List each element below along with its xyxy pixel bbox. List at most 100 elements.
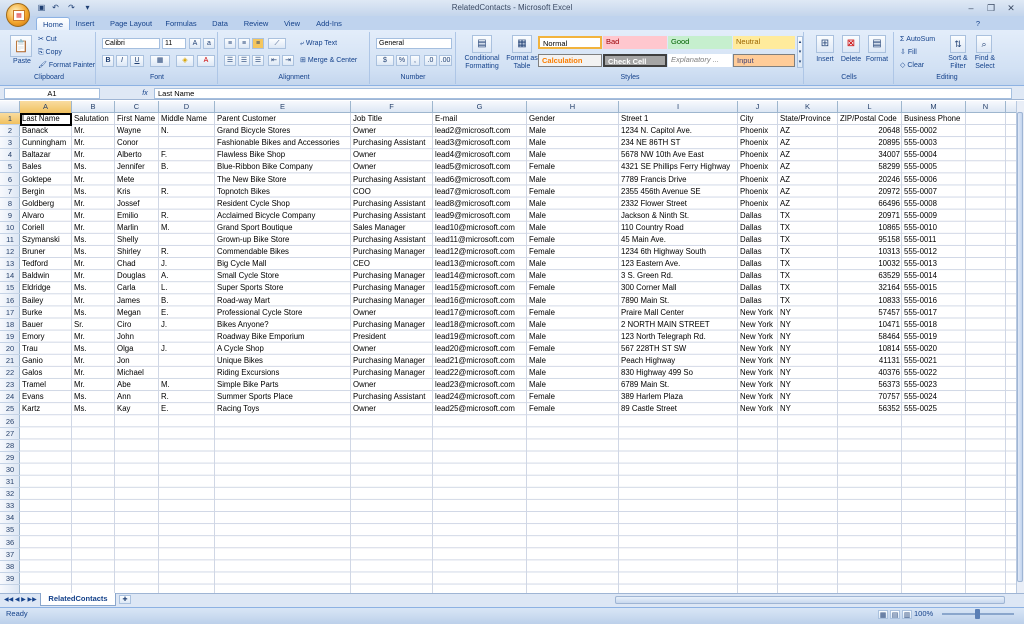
row-header[interactable]: 23 — [0, 379, 20, 392]
cell[interactable]: Female — [527, 343, 619, 355]
cell[interactable]: Evans — [20, 391, 72, 403]
cell[interactable]: Bergin — [20, 186, 72, 198]
cell[interactable]: Mr. — [72, 222, 115, 234]
shrink-font-icon[interactable]: a — [203, 38, 215, 49]
cell[interactable]: J. — [159, 258, 215, 270]
row-header[interactable]: 38 — [0, 561, 20, 573]
cell[interactable]: Bales — [20, 161, 72, 173]
format-painter-button[interactable]: 🖌 Format Painter — [38, 61, 95, 71]
row-header[interactable]: 32 — [0, 488, 20, 501]
cell[interactable]: Grand Sport Boutique — [215, 222, 351, 234]
cell[interactable]: Purchasing Manager — [351, 246, 433, 258]
cell[interactable]: Banack — [20, 125, 72, 137]
cell[interactable]: 70757 — [838, 391, 902, 403]
cell[interactable]: Male — [527, 198, 619, 210]
cell[interactable]: 555-0004 — [902, 149, 966, 161]
cell[interactable]: 555-0021 — [902, 355, 966, 367]
cell[interactable]: Summer Sports Place — [215, 391, 351, 403]
cell[interactable]: Galos — [20, 367, 72, 379]
cell[interactable]: 7890 Main St. — [619, 295, 738, 307]
cell[interactable]: 41131 — [838, 355, 902, 367]
cell[interactable]: NY — [778, 355, 838, 367]
cell[interactable]: Conor — [115, 137, 159, 149]
cell[interactable]: Ms. — [72, 343, 115, 355]
cell[interactable]: lead5@microsoft.com — [433, 161, 527, 173]
cell[interactable]: lead12@microsoft.com — [433, 246, 527, 258]
cell[interactable]: The New Bike Store — [215, 174, 351, 186]
paste-button[interactable]: Paste — [10, 57, 34, 67]
format-cells-button[interactable]: Format — [864, 55, 890, 65]
row-header[interactable]: 30 — [0, 464, 20, 476]
cell[interactable]: R. — [159, 186, 215, 198]
row-header[interactable]: 13 — [0, 258, 20, 271]
cell[interactable]: Female — [527, 246, 619, 258]
cell[interactable]: Dallas — [738, 258, 778, 270]
cell[interactable]: Mr. — [72, 355, 115, 367]
cell[interactable]: CEO — [351, 258, 433, 270]
cell[interactable]: 555-0018 — [902, 319, 966, 331]
bold-icon[interactable]: B — [102, 55, 114, 67]
align-right-icon[interactable]: ☰ — [252, 55, 264, 66]
cell[interactable]: Blue-Ribbon Bike Company — [215, 161, 351, 173]
cell[interactable]: Megan — [115, 307, 159, 319]
cell[interactable]: 45 Main Ave. — [619, 234, 738, 246]
formula-input[interactable]: Last Name — [154, 88, 1012, 99]
close-button[interactable]: ✕ — [1002, 2, 1020, 14]
cell[interactable]: Super Sports Store — [215, 282, 351, 294]
cell[interactable]: Cunningham — [20, 137, 72, 149]
cell[interactable]: Kay — [115, 403, 159, 415]
cell[interactable]: COO — [351, 186, 433, 198]
cell[interactable]: 6789 Main St. — [619, 379, 738, 391]
cell[interactable]: Female — [527, 403, 619, 415]
style-bad[interactable]: Bad — [603, 36, 667, 49]
cell[interactable] — [159, 174, 215, 186]
column-header-i[interactable]: I — [619, 101, 738, 113]
undo-icon[interactable]: ↶ — [50, 2, 61, 13]
cell[interactable]: New York — [738, 367, 778, 379]
cell[interactable]: First Name — [115, 113, 159, 125]
increase-indent-icon[interactable]: ⇥ — [282, 55, 294, 66]
align-middle-icon[interactable]: ≡ — [238, 38, 250, 49]
cell[interactable]: 20648 — [838, 125, 902, 137]
cell[interactable]: Purchasing Assistant — [351, 174, 433, 186]
cell[interactable]: Salutation — [72, 113, 115, 125]
cell[interactable]: Coriell — [20, 222, 72, 234]
cell[interactable]: 555-0017 — [902, 307, 966, 319]
conditional-formatting-icon[interactable]: ▤ — [472, 35, 492, 53]
cell[interactable]: 32164 — [838, 282, 902, 294]
cell[interactable]: lead7@microsoft.com — [433, 186, 527, 198]
cell[interactable]: L. — [159, 282, 215, 294]
cell[interactable]: NY — [778, 319, 838, 331]
zoom-slider-thumb[interactable] — [975, 609, 980, 619]
number-format-select[interactable]: General — [376, 38, 452, 49]
cell[interactable]: Shelly — [115, 234, 159, 246]
row-header[interactable]: 27 — [0, 428, 20, 440]
cell[interactable]: Male — [527, 258, 619, 270]
cell[interactable]: New York — [738, 403, 778, 415]
cell[interactable]: Male — [527, 270, 619, 282]
insert-cells-icon[interactable]: ⊞ — [816, 35, 834, 53]
fill-button[interactable]: ⇩ Fill — [900, 48, 917, 58]
cell[interactable]: Owner — [351, 125, 433, 137]
row-header[interactable]: 36 — [0, 537, 20, 549]
cell[interactable]: 66496 — [838, 198, 902, 210]
cell[interactable]: lead21@microsoft.com — [433, 355, 527, 367]
row-header[interactable]: 31 — [0, 476, 20, 489]
cell[interactable]: NY — [778, 391, 838, 403]
cell[interactable]: lead20@microsoft.com — [433, 343, 527, 355]
row-header[interactable]: 10 — [0, 222, 20, 234]
cell[interactable]: NY — [778, 367, 838, 379]
cell[interactable]: Phoenix — [738, 125, 778, 137]
cell[interactable]: B. — [159, 161, 215, 173]
cell[interactable]: 20895 — [838, 137, 902, 149]
cell[interactable]: 95158 — [838, 234, 902, 246]
cell[interactable]: Marlin — [115, 222, 159, 234]
row-header[interactable]: 24 — [0, 391, 20, 404]
cell[interactable]: Male — [527, 137, 619, 149]
cell[interactable]: Professional Cycle Store — [215, 307, 351, 319]
align-top-icon[interactable]: ≡ — [224, 38, 236, 49]
conditional-formatting-button[interactable]: Conditional Formatting — [460, 55, 504, 71]
cell[interactable]: 555-0025 — [902, 403, 966, 415]
cell[interactable]: lead23@microsoft.com — [433, 379, 527, 391]
cell[interactable]: Street 1 — [619, 113, 738, 125]
